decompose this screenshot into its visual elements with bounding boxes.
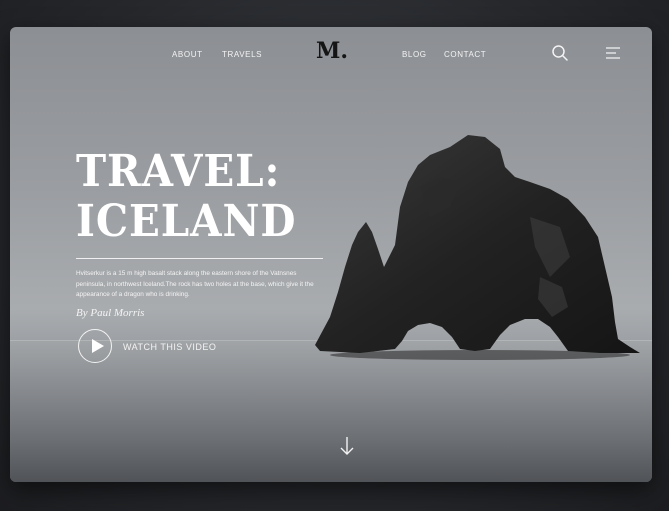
nav-link-blog[interactable]: BLOG (402, 50, 427, 59)
title-line-2: ICELAND (76, 196, 297, 247)
hamburger-menu-icon[interactable] (604, 44, 622, 62)
title-line-1: TRAVEL: (76, 146, 281, 197)
page-title: TRAVEL: ICELAND (76, 147, 296, 247)
hero-card: ABOUT TRAVELS BLOG CONTACT M. TRAVEL: IC… (10, 27, 652, 482)
brand-logo[interactable]: M. (316, 38, 348, 64)
play-video-button[interactable] (78, 329, 112, 363)
title-divider (76, 258, 323, 259)
nav-link-contact[interactable]: CONTACT (444, 50, 486, 59)
rock-formation-image (315, 135, 640, 360)
nav-link-about[interactable]: ABOUT (172, 50, 203, 59)
nav-link-travels[interactable]: TRAVELS (222, 50, 262, 59)
hero-description: Hvitserkur is a 15 m high basalt stack a… (76, 270, 314, 298)
watch-video-link[interactable]: WATCH THIS VIDEO (123, 342, 216, 352)
author-byline: By Paul Morris (76, 307, 145, 319)
arrow-down-icon[interactable] (338, 435, 356, 457)
search-icon[interactable] (551, 44, 569, 62)
